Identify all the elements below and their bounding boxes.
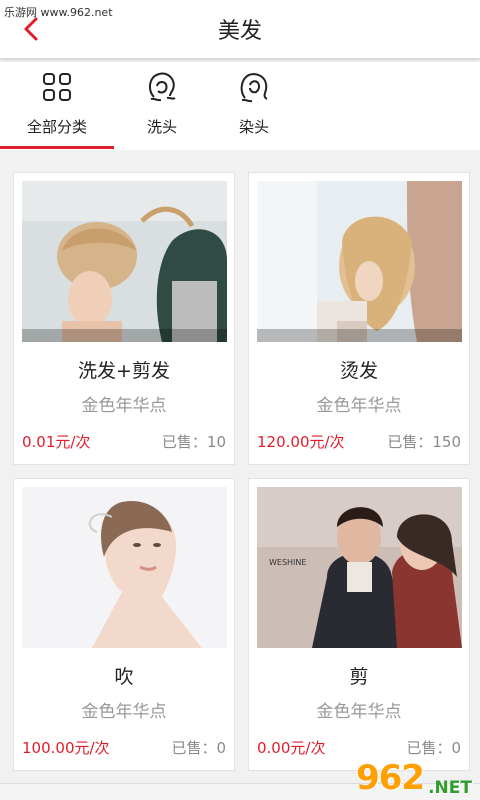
tab-label: 洗头 — [146, 118, 177, 136]
sold-count: 已售：0 — [406, 739, 461, 757]
product-price: 0.00元/次 — [257, 739, 326, 757]
shop-name: 金色年华点 — [81, 396, 167, 416]
active-tab-indicator — [0, 146, 114, 149]
product-price: 100.00元/次 — [22, 739, 110, 757]
product-card[interactable]: 洗发+剪发 金色年华点 0.01元/次 已售：10 — [13, 172, 235, 465]
logo-number: 962 — [356, 758, 425, 798]
tab-hair-dye[interactable]: 染头 — [212, 62, 296, 150]
hair-wash-icon — [148, 72, 176, 102]
product-photo — [22, 487, 227, 648]
sold-count: 已售：150 — [387, 433, 461, 451]
product-price: 120.00元/次 — [257, 433, 345, 451]
sold-count: 已售：0 — [171, 739, 226, 757]
product-name: 剪 — [349, 666, 369, 688]
product-grid: 洗发+剪发 金色年华点 0.01元/次 已售：10 烫发 金色年华点 120.0… — [0, 160, 480, 780]
tab-all-categories[interactable]: 全部分类 — [0, 62, 114, 150]
site-logo: 962 .NET — [356, 758, 472, 798]
shop-name: 金色年华点 — [81, 702, 167, 722]
product-card[interactable]: WESHINE 剪 金色年华点 0.00元/次 已售：0 — [248, 478, 470, 771]
grid-icon — [43, 73, 71, 101]
product-photo — [22, 181, 227, 342]
hair-dye-icon — [240, 73, 268, 103]
tab-label: 全部分类 — [26, 118, 87, 136]
tab-label: 染头 — [238, 118, 269, 136]
product-card[interactable]: 烫发 金色年华点 120.00元/次 已售：150 — [248, 172, 470, 465]
product-price: 0.01元/次 — [22, 433, 91, 451]
logo-text: .NET — [428, 778, 472, 798]
product-name: 烫发 — [339, 360, 378, 382]
product-name: 吹 — [114, 666, 134, 688]
sold-count: 已售：10 — [161, 433, 226, 451]
tab-hair-wash[interactable]: 洗头 — [120, 62, 204, 150]
product-card[interactable]: 吹 金色年华点 100.00元/次 已售：0 — [13, 478, 235, 771]
photo-caption: WESHINE — [269, 558, 306, 567]
shop-name: 金色年华点 — [316, 702, 402, 722]
product-name: 洗发+剪发 — [78, 360, 170, 382]
watermark-text: 乐游网 www.962.net — [4, 6, 113, 19]
product-photo: WESHINE — [257, 487, 462, 648]
product-photo — [257, 181, 462, 342]
shop-name: 金色年华点 — [316, 396, 402, 416]
category-tabs: 全部分类 洗头 染头 — [0, 62, 480, 150]
